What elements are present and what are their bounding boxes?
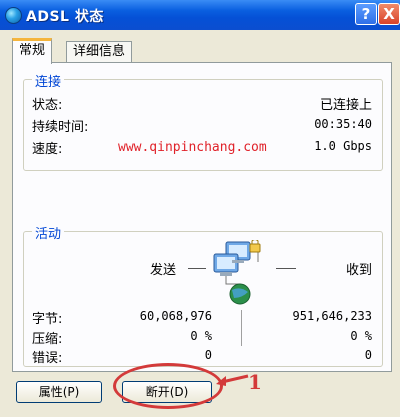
watermark-url: www.qinpinchang.com [118, 140, 267, 155]
status-value: 已连接上 [319, 98, 372, 113]
errors-sent-value: 0 [204, 348, 212, 362]
received-connector-line [276, 268, 296, 269]
duration-value: 00:35:40 [314, 117, 372, 131]
activity-group: 活动 发送 收到 字节: 60,068,976 951,646,233 压缩: … [23, 223, 383, 367]
annotation-arrow [216, 374, 249, 386]
received-label: 收到 [345, 263, 372, 278]
errors-received-value: 0 [364, 348, 372, 362]
speed-label: 速度: [32, 142, 63, 157]
properties-button[interactable]: 属性(P) [16, 381, 102, 403]
duration-label: 持续时间: [32, 120, 89, 135]
compression-sent-value: 0 % [190, 329, 212, 343]
status-label: 状态: [32, 98, 63, 113]
help-button[interactable]: ? [355, 3, 377, 25]
bytes-sent-value: 60,068,976 [139, 309, 212, 323]
sent-connector-line [188, 268, 206, 269]
sent-label: 发送 [150, 263, 177, 278]
title-bar: ADSL 状态 ? X [0, 0, 400, 30]
compression-received-value: 0 % [350, 329, 372, 343]
annotation-number: 1 [248, 370, 262, 394]
tab-general[interactable]: 常规 [12, 38, 53, 64]
connection-group: 连接 状态: 已连接上 持续时间: 00:35:40 速度: 1.0 Gbps [23, 71, 383, 171]
speed-value: 1.0 Gbps [314, 139, 372, 153]
network-connection-icon [5, 7, 22, 24]
errors-label: 错误: [32, 351, 63, 366]
annotation-highlight-ellipse [113, 363, 223, 409]
window-title: ADSL 状态 [26, 9, 104, 25]
bytes-received-value: 951,646,233 [292, 309, 372, 323]
compression-label: 压缩: [32, 332, 63, 347]
close-button[interactable]: X [378, 3, 400, 25]
network-activity-icon [213, 240, 261, 305]
activity-divider [241, 310, 242, 346]
activity-group-title: 活动 [32, 223, 65, 242]
bytes-label: 字节: [32, 312, 63, 327]
tab-details[interactable]: 详细信息 [66, 41, 133, 63]
general-panel: 连接 状态: 已连接上 持续时间: 00:35:40 速度: 1.0 Gbps … [12, 62, 392, 372]
connection-group-title: 连接 [32, 71, 65, 90]
